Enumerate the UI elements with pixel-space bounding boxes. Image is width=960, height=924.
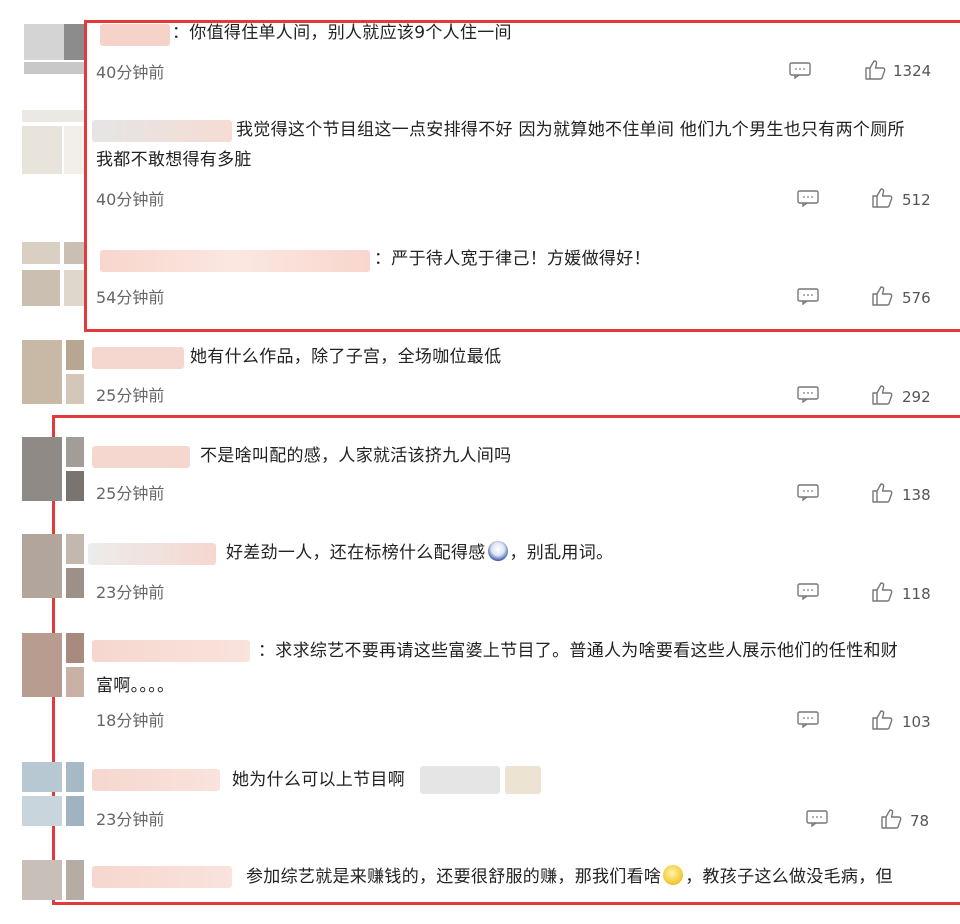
highlight-box-top: [84, 20, 960, 332]
comment-text: ：你值得住单人间，别人就应该9个人住一间: [172, 23, 512, 43]
thumbs-up-icon[interactable]: [871, 188, 893, 208]
comment-text-line2: 我都不敢想得有多脏: [96, 150, 252, 170]
like-count: 103: [902, 713, 931, 731]
avatar[interactable]: [18, 860, 84, 924]
like-count: 118: [902, 585, 931, 603]
shocked-face-emoji-icon: [487, 541, 508, 561]
comment-time: 23分钟前: [96, 583, 165, 602]
username-blurred[interactable]: [100, 250, 370, 272]
comment-time: 25分钟前: [96, 386, 165, 405]
blurred-sticker: [420, 766, 500, 794]
thumbs-up-icon[interactable]: [871, 582, 893, 602]
like-count: 576: [902, 289, 931, 307]
comment-text: ：求求综艺不要再请这些富婆上节目了。普通人为啥要看这些人展示他们的任性和财: [258, 641, 899, 661]
username-blurred[interactable]: [92, 769, 220, 791]
comment-time: 18分钟前: [96, 711, 165, 730]
avatar[interactable]: [18, 633, 84, 697]
comment-text: 她有什么作品，除了子宫，全场咖位最低: [190, 347, 502, 367]
like-count: 1324: [893, 62, 932, 80]
comment-time: 40分钟前: [96, 63, 165, 82]
like-count: 138: [902, 486, 931, 504]
thumbs-up-icon[interactable]: [864, 60, 886, 80]
reply-icon[interactable]: [789, 62, 811, 79]
username-blurred[interactable]: [100, 24, 170, 46]
reply-icon[interactable]: [797, 711, 819, 728]
thumbs-up-icon[interactable]: [871, 385, 893, 405]
like-count: 512: [902, 191, 931, 209]
username-blurred[interactable]: [92, 866, 232, 888]
username-blurred[interactable]: [92, 120, 232, 142]
reply-icon[interactable]: [797, 190, 819, 207]
avatar[interactable]: [18, 437, 84, 501]
thumbs-up-icon[interactable]: [871, 710, 893, 730]
comment-text: 好差劲一人，还在标榜什么配得感 ，别乱用词。: [226, 540, 613, 567]
username-blurred[interactable]: [88, 543, 216, 565]
comment-text-line2: 富啊。。。。: [96, 676, 175, 696]
thumbs-up-icon[interactable]: [880, 809, 902, 829]
comment-text-part2: ，教孩子这么做没毛病，但: [685, 867, 893, 887]
reply-icon[interactable]: [806, 810, 828, 827]
avatar[interactable]: [18, 340, 84, 404]
username-blurred[interactable]: [92, 347, 184, 369]
reply-icon[interactable]: [797, 484, 819, 501]
comment-text-part1: 参加综艺就是来赚钱的，还要很舒服的赚，那我们看啥: [246, 867, 662, 887]
avatar[interactable]: [18, 762, 84, 826]
thumbs-up-icon[interactable]: [871, 286, 893, 306]
comment-time: 25分钟前: [96, 484, 165, 503]
thumbs-up-icon[interactable]: [871, 483, 893, 503]
reply-icon[interactable]: [797, 288, 819, 305]
reply-icon[interactable]: [797, 583, 819, 600]
avatar[interactable]: [18, 534, 84, 598]
smirk-emoji-icon: [663, 865, 684, 885]
comment-text: 我觉得这个节目组这一点安排得不好 因为就算她不住单间 他们九个男生也只有两个厕所: [236, 120, 905, 140]
avatar[interactable]: [18, 110, 84, 174]
like-count: 78: [910, 812, 930, 830]
avatar[interactable]: [18, 242, 84, 306]
comment-time: 40分钟前: [96, 190, 165, 209]
comment-text: 她为什么可以上节目啊: [232, 770, 405, 790]
reply-icon[interactable]: [797, 386, 819, 403]
comment-text: 参加综艺就是来赚钱的，还要很舒服的赚，那我们看啥 ，教孩子这么做没毛病，但: [246, 864, 893, 891]
comment-text: ：严于待人宽于律己！方媛做得好！: [374, 249, 651, 269]
comment-text-part1: 好差劲一人，还在标榜什么配得感: [226, 543, 486, 563]
username-blurred[interactable]: [92, 446, 190, 468]
username-blurred[interactable]: [92, 640, 250, 662]
avatar[interactable]: [18, 14, 84, 78]
comment-text-part2: ，别乱用词。: [509, 543, 614, 563]
like-count: 292: [902, 388, 931, 406]
comment-text: 不是啥叫配的感，人家就活该挤九人间吗: [200, 446, 512, 466]
blurred-sticker: [505, 766, 541, 794]
comment-time: 54分钟前: [96, 288, 165, 307]
comment-time: 23分钟前: [96, 810, 165, 829]
